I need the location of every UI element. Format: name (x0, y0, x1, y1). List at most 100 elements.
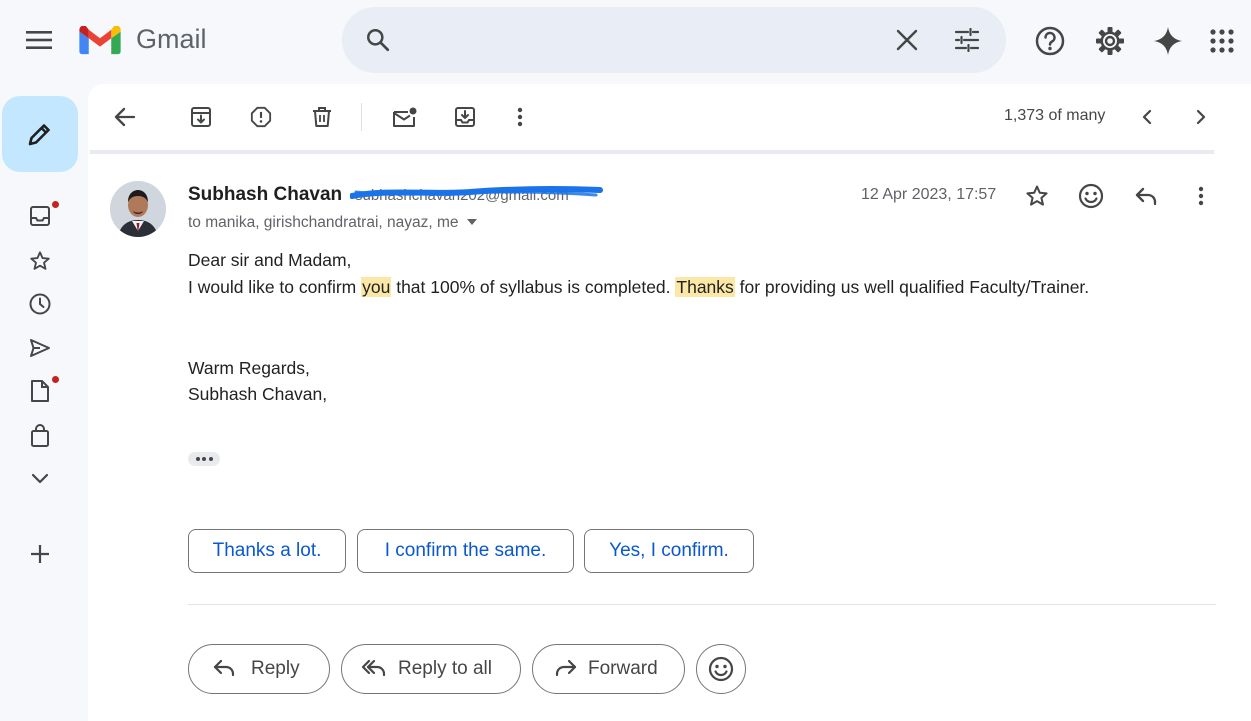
toolbar-divider (90, 150, 1214, 154)
nav-starred[interactable] (26, 247, 54, 275)
reply-icon (213, 657, 237, 679)
reply-all-label: Reply to all (398, 658, 492, 679)
smart-reply-chip[interactable]: Yes, I confirm. (584, 529, 754, 573)
close-icon (896, 29, 918, 51)
send-icon (30, 339, 50, 357)
smart-reply-chip[interactable]: I confirm the same. (357, 529, 574, 573)
inbox-notification-dot (51, 200, 60, 209)
nav-drafts[interactable] (26, 377, 54, 405)
search-icon (367, 29, 390, 52)
add-reaction-button[interactable] (1076, 181, 1106, 211)
help-button[interactable] (1032, 23, 1068, 59)
new-label-button[interactable] (26, 540, 54, 568)
star-icon (30, 251, 50, 270)
help-icon (1035, 26, 1065, 56)
drafts-notification-dot (51, 375, 60, 384)
star-icon (1026, 185, 1048, 206)
search-highlight: you (361, 277, 392, 297)
body-paragraph: I would like to confirm you that 100% of… (188, 277, 1089, 298)
sender-name[interactable]: Subhash Chavan (188, 184, 342, 206)
clear-search-button[interactable] (892, 25, 922, 55)
reply-all-button[interactable]: Reply to all (341, 644, 521, 694)
reply-button[interactable]: Reply (188, 644, 330, 694)
reply-icon (1135, 187, 1157, 206)
body-greeting: Dear sir and Madam, (188, 250, 352, 270)
search-button[interactable] (362, 25, 394, 55)
menu-icon (26, 31, 52, 49)
reply-label: Reply (251, 658, 300, 679)
report-spam-button[interactable] (246, 102, 276, 132)
forward-button[interactable]: Forward (532, 644, 685, 694)
move-to-button[interactable] (450, 102, 480, 132)
nav-purchases[interactable] (26, 422, 54, 450)
body-text: I would like to confirm (188, 277, 362, 297)
gmail-logo-icon (79, 26, 121, 55)
chevron-right-icon (1196, 109, 1206, 125)
nav-sent[interactable] (26, 334, 54, 362)
avatar-photo (110, 181, 166, 237)
body-text: for providing us well qualified Faculty/… (734, 277, 1090, 297)
gmail-wordmark: Gmail (136, 24, 207, 54)
recipients-caret-icon[interactable] (466, 219, 477, 225)
smart-reply-chip[interactable]: Thanks a lot. (188, 529, 346, 573)
search-bar[interactable] (342, 7, 1006, 73)
older-button[interactable] (1188, 102, 1214, 132)
plus-icon (31, 545, 49, 563)
mark-unread-icon (393, 107, 417, 127)
emoji-reaction-button[interactable] (696, 644, 746, 694)
forward-icon (553, 657, 577, 679)
newer-button[interactable] (1134, 102, 1160, 132)
nav-inbox[interactable] (26, 202, 54, 230)
pagination-count: 1,373 of many (1004, 107, 1106, 124)
gmail-logo[interactable] (78, 26, 122, 56)
more-options-button[interactable] (506, 102, 534, 132)
mark-unread-button[interactable] (389, 102, 421, 132)
clock-icon (29, 293, 51, 315)
chevron-down-icon (31, 473, 49, 484)
inbox-icon (30, 206, 50, 226)
body-signature: Subhash Chavan, (188, 384, 328, 404)
shopping-bag-icon (31, 424, 49, 447)
compose-button[interactable] (2, 96, 78, 172)
apps-grid-icon (1210, 29, 1234, 53)
nav-more[interactable] (26, 465, 54, 493)
nav-snoozed[interactable] (26, 290, 54, 318)
pencil-icon (26, 120, 54, 148)
chevron-left-icon (1142, 109, 1152, 125)
body-regards: Warm Regards, (188, 358, 310, 378)
tune-icon (954, 28, 980, 52)
search-options-button[interactable] (951, 25, 983, 55)
sender-avatar[interactable] (110, 181, 166, 237)
move-to-inbox-icon (455, 107, 475, 127)
forward-label: Forward (588, 658, 658, 679)
reply-all-icon (362, 657, 388, 679)
back-button[interactable] (110, 102, 140, 132)
toolbar-separator (361, 103, 362, 131)
report-icon (250, 106, 272, 128)
draft-icon (31, 380, 49, 402)
show-trimmed-content-button[interactable] (188, 452, 220, 466)
gear-icon (1096, 27, 1124, 55)
recipients-line[interactable]: to manika, girishchandratrai, nayaz, me (188, 214, 477, 232)
email-redaction-scribble (350, 185, 603, 199)
sparkle-icon (1154, 27, 1182, 55)
archive-button[interactable] (186, 102, 216, 132)
reply-section-divider (188, 604, 1216, 605)
arrow-back-icon (114, 107, 136, 127)
recipients-text: to manika, girishchandratrai, nayaz, me (188, 214, 459, 231)
emoji-icon (708, 656, 734, 682)
settings-button[interactable] (1092, 23, 1128, 59)
more-vert-icon (517, 107, 523, 127)
reply-header-button[interactable] (1131, 181, 1161, 211)
message-more-button[interactable] (1188, 181, 1214, 211)
main-menu-button[interactable] (20, 26, 58, 54)
emoji-icon (1078, 183, 1104, 209)
star-message-button[interactable] (1022, 181, 1052, 211)
archive-icon (191, 107, 211, 127)
google-apps-button[interactable] (1206, 25, 1238, 57)
gemini-button[interactable] (1150, 23, 1186, 59)
body-text: that 100% of syllabus is completed. (391, 277, 676, 297)
more-vert-icon (1198, 186, 1204, 206)
trash-icon (313, 107, 331, 127)
delete-button[interactable] (307, 102, 337, 132)
